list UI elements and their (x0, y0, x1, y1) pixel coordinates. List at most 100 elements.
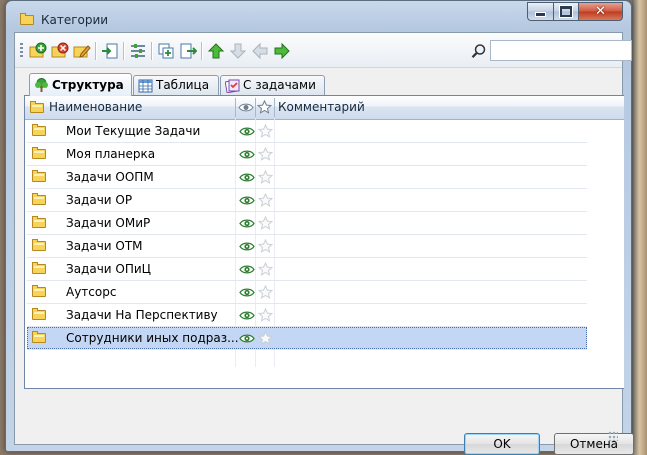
visible-eye-icon[interactable] (239, 241, 255, 252)
row-divider (27, 349, 587, 350)
folder-icon (32, 262, 46, 274)
grid-header: Наименование Комментарий (25, 96, 624, 120)
toolbar-separator (201, 42, 203, 60)
favorite-star-icon[interactable] (258, 124, 273, 139)
favorite-star-icon[interactable] (258, 147, 273, 162)
visible-eye-icon[interactable] (239, 218, 255, 229)
categories-grid: Наименование Комментарий Мои Текущие Зад… (24, 95, 624, 389)
tab-with-tasks[interactable]: С задачами (220, 75, 325, 95)
tasks-icon (225, 79, 240, 93)
import-icon[interactable] (101, 42, 119, 60)
table-row[interactable]: Задачи На Перспективу (25, 304, 587, 327)
toolbar (15, 33, 632, 68)
expand-icon[interactable] (157, 42, 175, 60)
folder-icon (32, 308, 46, 320)
tree-icon (35, 78, 48, 92)
favorite-star-icon[interactable] (258, 193, 273, 208)
arrow-down-icon[interactable] (229, 42, 247, 60)
visible-eye-icon[interactable] (239, 195, 255, 206)
category-name: Задачи ОТМ (66, 239, 143, 253)
category-name: Аутсорс (66, 285, 117, 299)
arrow-up-icon[interactable] (207, 42, 225, 60)
category-name: Задачи ОР (66, 193, 133, 207)
visible-eye-icon[interactable] (239, 264, 255, 275)
toolbar-separator (123, 42, 125, 60)
close-button[interactable]: ✕ (578, 2, 623, 21)
folder-icon (32, 193, 46, 205)
minimize-button[interactable] (527, 2, 554, 21)
column-divider[interactable] (274, 98, 275, 117)
desktop-background (632, 0, 647, 455)
tab-table[interactable]: Таблица (133, 75, 219, 95)
maximize-button[interactable] (553, 2, 579, 21)
folder-icon (32, 331, 46, 343)
cancel-button[interactable]: Отмена (554, 433, 634, 455)
window-title: Категории (41, 13, 109, 27)
column-divider[interactable] (235, 98, 236, 117)
table-row[interactable]: Задачи ОМиР (25, 212, 587, 235)
folder-icon (20, 13, 34, 25)
title-bar[interactable]: Категории ✕ (6, 1, 631, 31)
favorite-star-icon[interactable] (258, 285, 273, 300)
table-row[interactable]: Задачи ООПМ (25, 166, 587, 189)
folder-icon (32, 285, 46, 297)
close-icon: ✕ (595, 4, 606, 19)
table-row[interactable]: Задачи ОПиЦ (25, 258, 587, 281)
tab-structure[interactable]: Структура (29, 73, 132, 96)
arrow-left-icon[interactable] (251, 42, 269, 60)
dialog-body: Структура Таблица С задачами Наименовани… (14, 32, 634, 455)
maximize-icon (559, 5, 573, 18)
folder-icon (32, 170, 46, 182)
edit-category-icon[interactable] (73, 42, 91, 60)
eye-column-icon[interactable] (238, 102, 254, 113)
search-input[interactable] (490, 40, 632, 61)
table-row[interactable]: Мои Текущие Задачи (25, 120, 587, 143)
view-tabs: Структура Таблица С задачами (29, 73, 622, 96)
add-category-icon[interactable] (29, 42, 47, 60)
visible-eye-icon[interactable] (239, 126, 255, 137)
visible-eye-icon[interactable] (239, 287, 255, 298)
star-column-icon[interactable] (257, 100, 272, 115)
resize-grip[interactable] (608, 431, 618, 441)
visible-eye-icon[interactable] (239, 149, 255, 160)
category-name: Задачи На Перспективу (66, 308, 218, 322)
folder-icon (32, 124, 46, 136)
table-row[interactable]: Сотрудники иных подраз... (25, 327, 587, 350)
favorite-star-icon[interactable] (258, 331, 273, 346)
category-name: Мои Текущие Задачи (66, 124, 201, 138)
table-row[interactable]: Моя планерка (25, 143, 587, 166)
category-name: Моя планерка (66, 147, 156, 161)
dialog-window: Категории ✕ Структура Таблица С задачами… (5, 0, 634, 455)
category-name: Задачи ОМиР (66, 216, 151, 230)
arrow-right-icon[interactable] (273, 42, 291, 60)
toolbar-separator (151, 42, 153, 60)
delete-category-icon[interactable] (51, 42, 69, 60)
table-row[interactable]: Задачи ОТМ (25, 235, 587, 258)
folder-icon (30, 101, 44, 113)
column-header-name[interactable]: Наименование (49, 96, 142, 119)
favorite-star-icon[interactable] (258, 216, 273, 231)
visible-eye-icon[interactable] (239, 172, 255, 183)
toolbar-separator (95, 42, 97, 60)
table-icon (138, 79, 153, 93)
minimize-icon (535, 12, 546, 17)
visible-eye-icon[interactable] (239, 310, 255, 321)
column-divider[interactable] (255, 98, 256, 117)
favorite-star-icon[interactable] (258, 262, 273, 277)
column-header-comment[interactable]: Комментарий (278, 96, 365, 119)
favorite-star-icon[interactable] (258, 239, 273, 254)
favorite-star-icon[interactable] (258, 170, 273, 185)
toolbar-grip[interactable] (20, 43, 23, 59)
category-name: Сотрудники иных подраз... (66, 331, 239, 345)
export-icon[interactable] (179, 42, 197, 60)
visible-eye-icon[interactable] (239, 333, 255, 344)
tab-label: Таблица (156, 78, 210, 92)
tab-label: Структура (52, 78, 124, 92)
table-row[interactable]: Задачи ОР (25, 189, 587, 212)
category-name: Задачи ООПМ (66, 170, 154, 184)
ok-button[interactable]: OK (464, 433, 540, 455)
settings-icon[interactable] (129, 42, 147, 60)
favorite-star-icon[interactable] (258, 308, 273, 323)
search-icon[interactable] (471, 43, 487, 59)
table-row[interactable]: Аутсорс (25, 281, 587, 304)
